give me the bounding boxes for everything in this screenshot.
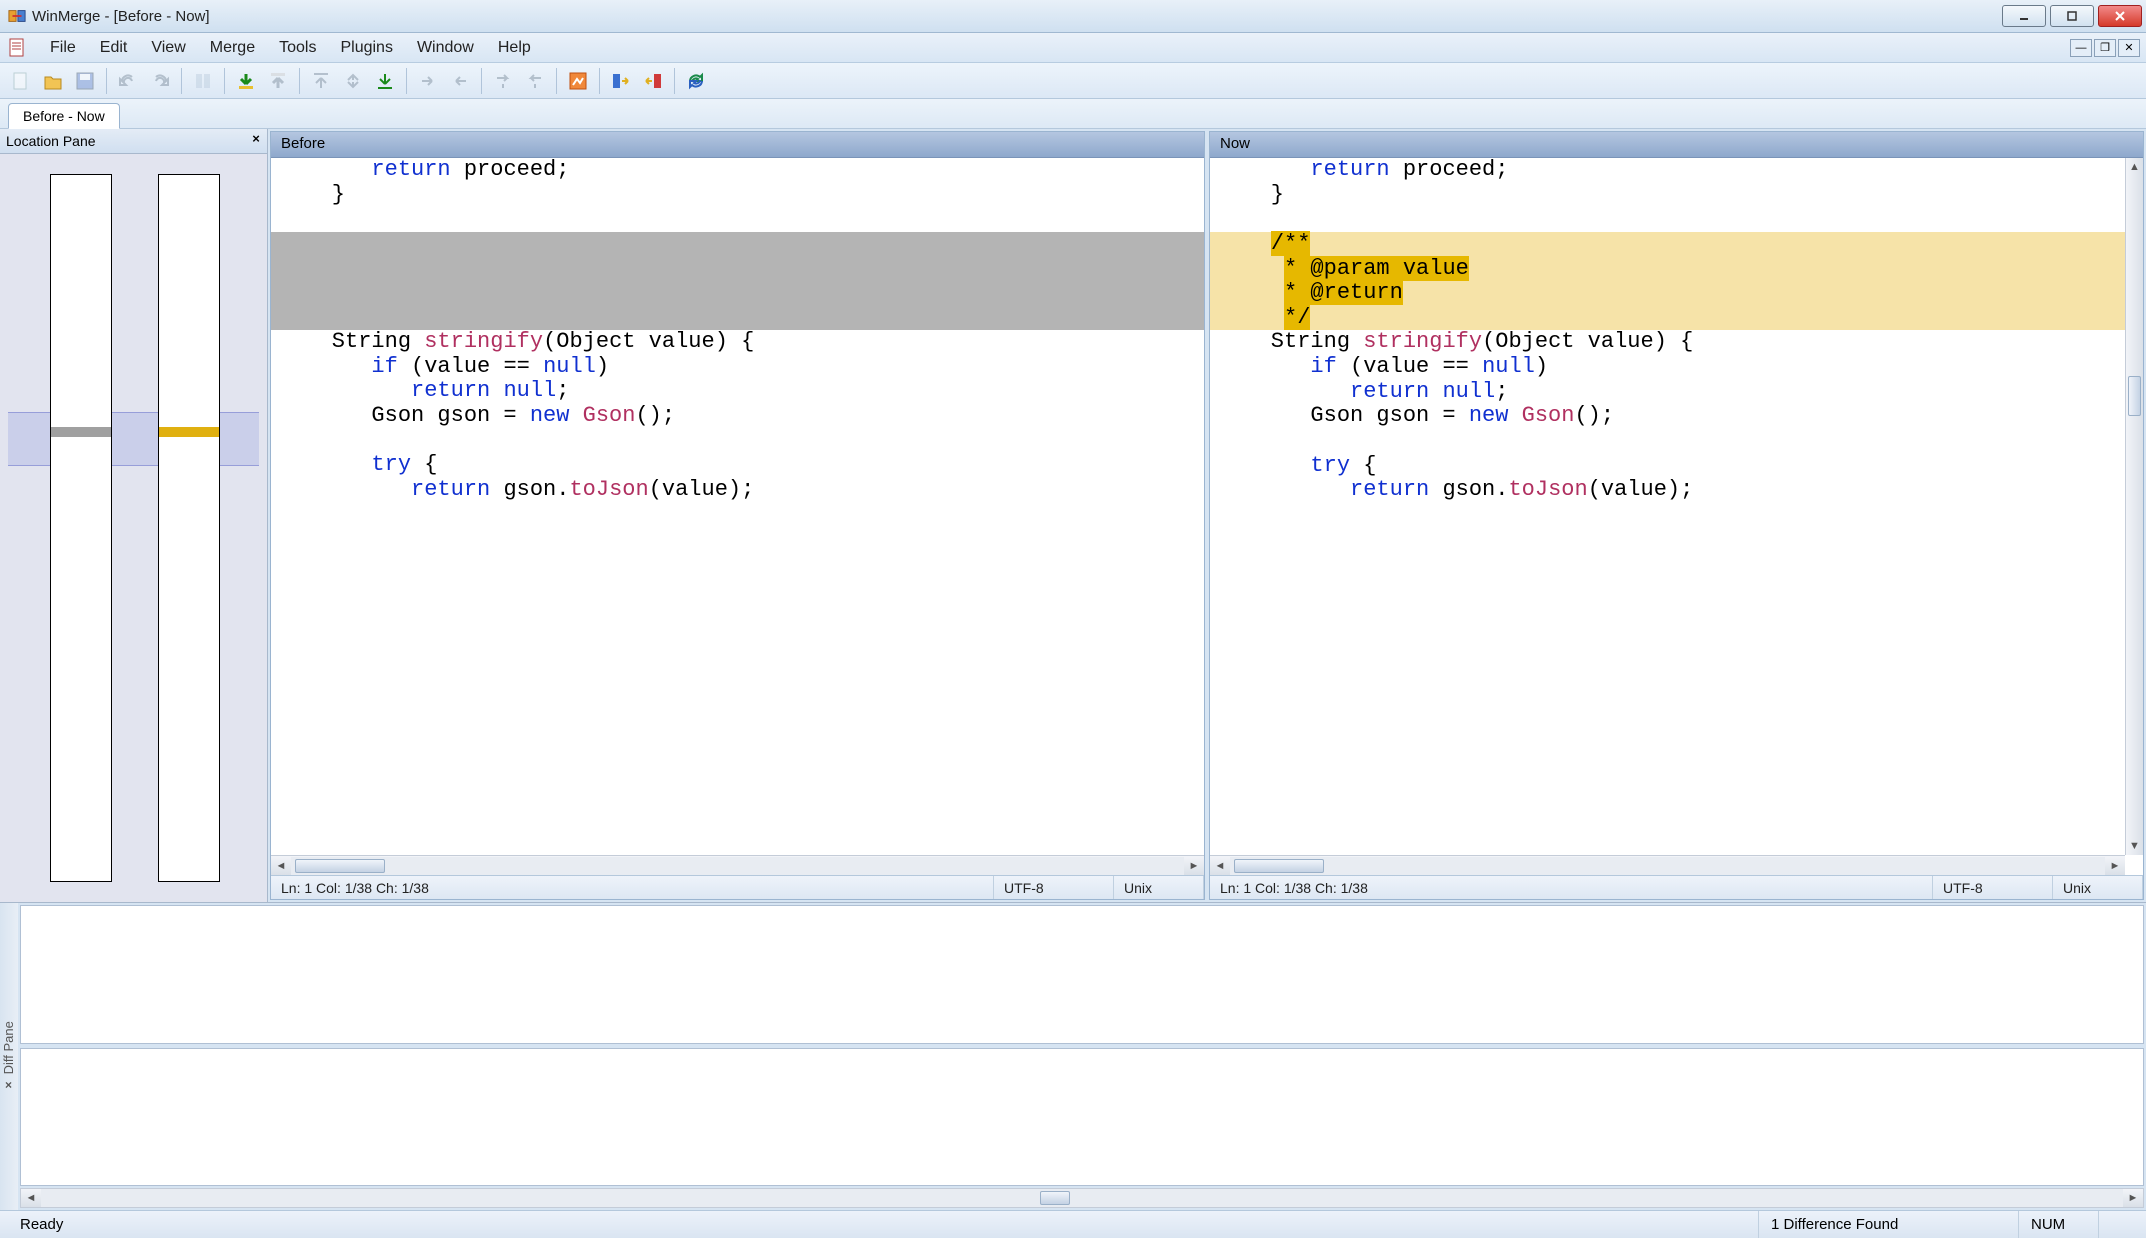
location-pane-close-icon[interactable]: ×	[249, 131, 263, 145]
location-diff-marker-left	[51, 427, 111, 437]
menu-tools[interactable]: Tools	[267, 35, 328, 61]
open-button[interactable]	[38, 66, 68, 96]
menu-help[interactable]: Help	[486, 35, 543, 61]
left-hscroll-left-arrow[interactable]: ◄	[271, 857, 291, 875]
menu-merge[interactable]: Merge	[198, 35, 267, 61]
menu-edit[interactable]: Edit	[88, 35, 140, 61]
diff-pane-close-icon[interactable]: ×	[5, 1078, 12, 1092]
redo-button[interactable]	[145, 66, 175, 96]
next-diff-button[interactable]	[231, 66, 261, 96]
right-hscroll-left-arrow[interactable]: ◄	[1210, 857, 1230, 875]
right-vscroll-up-arrow[interactable]: ▲	[2126, 158, 2143, 176]
right-vscroll[interactable]: ▲ ▼	[2125, 158, 2143, 855]
location-pane: Location Pane ×	[0, 129, 268, 902]
copy-right-button[interactable]	[413, 66, 443, 96]
prev-diff-button[interactable]	[263, 66, 293, 96]
new-button[interactable]	[6, 66, 36, 96]
left-status-eol: Unix	[1114, 876, 1204, 899]
menu-view[interactable]: View	[139, 35, 197, 61]
mdi-minimize-button[interactable]: —	[2070, 39, 2092, 57]
diff-pane-bottom[interactable]	[20, 1048, 2144, 1187]
all-left-button[interactable]	[638, 66, 668, 96]
diff-pane: × Diff Pane ◄ ►	[0, 902, 2146, 1210]
tab-before-now[interactable]: Before - Now	[8, 103, 120, 129]
document-tab-strip: Before - Now	[0, 99, 2146, 129]
copy-right-advance-button[interactable]	[488, 66, 518, 96]
last-diff-button[interactable]	[370, 66, 400, 96]
diff-pane-toggle-button[interactable]	[188, 66, 218, 96]
copy-left-advance-button[interactable]	[520, 66, 550, 96]
document-icon	[6, 37, 28, 59]
undo-button[interactable]	[113, 66, 143, 96]
menu-bar: File Edit View Merge Tools Plugins Windo…	[0, 33, 2146, 63]
location-strip-right[interactable]	[158, 174, 220, 882]
left-pane-header[interactable]: Before	[271, 132, 1204, 158]
right-hscroll-thumb[interactable]	[1234, 859, 1324, 873]
left-pane-status: Ln: 1 Col: 1/38 Ch: 1/38 UTF-8 Unix	[271, 875, 1204, 899]
app-icon	[8, 7, 26, 25]
location-strip-left[interactable]	[50, 174, 112, 882]
left-hscroll-thumb[interactable]	[295, 859, 385, 873]
right-pane-status: Ln: 1 Col: 1/38 Ch: 1/38 UTF-8 Unix	[1210, 875, 2143, 899]
status-diff-count: 1 Difference Found	[1758, 1211, 2018, 1238]
left-pane-body[interactable]: return proceed; } String stringify(Objec…	[271, 158, 1204, 875]
location-viewport-indicator[interactable]	[8, 412, 259, 466]
title-bar: WinMerge - [Before - Now]	[0, 0, 2146, 33]
options-button[interactable]	[563, 66, 593, 96]
right-vscroll-thumb[interactable]	[2128, 376, 2141, 416]
left-pane: Before return proceed; } String stringif…	[270, 131, 1205, 900]
mdi-restore-button[interactable]: ❐	[2094, 39, 2116, 57]
diff-pane-label: × Diff Pane	[0, 903, 18, 1210]
location-diff-marker-right	[159, 427, 219, 437]
right-status-position: Ln: 1 Col: 1/38 Ch: 1/38	[1210, 876, 1933, 899]
left-hscroll-right-arrow[interactable]: ►	[1184, 857, 1204, 875]
status-numlock: NUM	[2018, 1211, 2098, 1238]
right-vscroll-down-arrow[interactable]: ▼	[2126, 837, 2143, 855]
right-added-block: /** * @param value * @return */	[1210, 232, 2143, 331]
window-title: WinMerge - [Before - Now]	[32, 8, 210, 25]
status-bar: Ready 1 Difference Found NUM	[0, 1210, 2146, 1238]
diff-pane-top[interactable]	[20, 905, 2144, 1044]
left-status-encoding: UTF-8	[994, 876, 1114, 899]
right-pane-header[interactable]: Now	[1210, 132, 2143, 158]
right-pane: Now return proceed; } /** * @param value…	[1209, 131, 2144, 900]
close-button[interactable]	[2098, 5, 2142, 27]
all-right-button[interactable]	[606, 66, 636, 96]
left-missing-block	[271, 232, 1204, 330]
toolbar	[0, 63, 2146, 99]
right-status-eol: Unix	[2053, 876, 2143, 899]
status-spacer	[2098, 1211, 2138, 1238]
diff-hscroll-right-arrow[interactable]: ►	[2123, 1189, 2143, 1207]
diff-pane-hscroll[interactable]: ◄ ►	[20, 1188, 2144, 1208]
mdi-close-button[interactable]: ✕	[2118, 39, 2140, 57]
current-diff-button[interactable]	[338, 66, 368, 96]
diff-hscroll-left-arrow[interactable]: ◄	[21, 1189, 41, 1207]
right-pane-body[interactable]: return proceed; } /** * @param value * @…	[1210, 158, 2143, 875]
window-controls	[2002, 5, 2142, 27]
location-pane-body[interactable]	[0, 154, 267, 902]
left-status-position: Ln: 1 Col: 1/38 Ch: 1/38	[271, 876, 994, 899]
right-status-encoding: UTF-8	[1933, 876, 2053, 899]
first-diff-button[interactable]	[306, 66, 336, 96]
copy-left-button[interactable]	[445, 66, 475, 96]
save-button[interactable]	[70, 66, 100, 96]
right-hscroll-track[interactable]	[1230, 857, 2105, 875]
refresh-button[interactable]	[681, 66, 711, 96]
status-ready: Ready	[8, 1211, 1758, 1238]
left-hscroll-track[interactable]	[291, 857, 1184, 875]
right-hscroll-right-arrow[interactable]: ►	[2105, 857, 2125, 875]
menu-window[interactable]: Window	[405, 35, 486, 61]
menu-file[interactable]: File	[38, 35, 88, 61]
diff-hscroll-thumb[interactable]	[1040, 1191, 1070, 1205]
minimize-button[interactable]	[2002, 5, 2046, 27]
maximize-button[interactable]	[2050, 5, 2094, 27]
location-pane-title: Location Pane	[6, 133, 96, 149]
menu-plugins[interactable]: Plugins	[328, 35, 404, 61]
